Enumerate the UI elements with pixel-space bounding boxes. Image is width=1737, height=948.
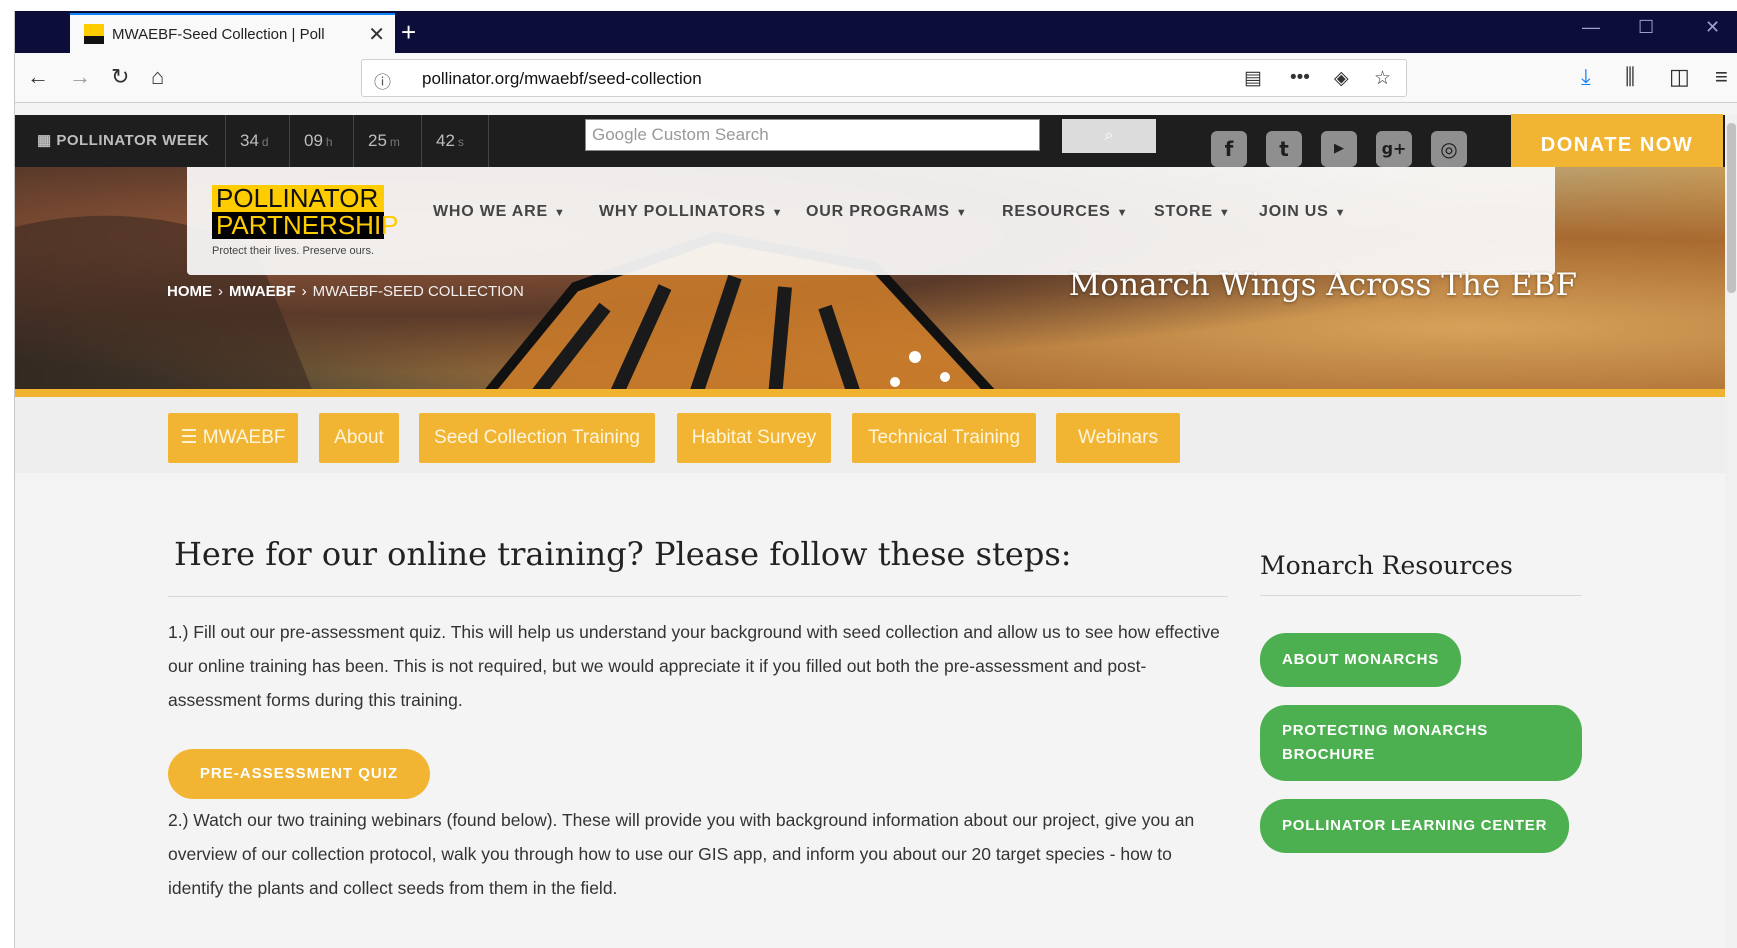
about-monarchs-button[interactable]: ABOUT MONARCHS xyxy=(1260,633,1462,687)
subnav-technical-training[interactable]: Technical Training xyxy=(852,413,1036,463)
chevron-down-icon: ▼ xyxy=(1334,207,1347,219)
subnav-mwaebf-menu[interactable]: ☰ MWAEBF xyxy=(168,413,298,463)
subnav-about[interactable]: About xyxy=(319,413,399,463)
subnav-habitat-survey[interactable]: Habitat Survey xyxy=(677,413,831,463)
page-scrollbar[interactable] xyxy=(1725,115,1737,948)
scrollbar-thumb[interactable] xyxy=(1727,123,1736,293)
logo-line-1: POLLINATOR xyxy=(212,185,384,212)
url-text[interactable]: pollinator.org/mwaebf/seed-collection xyxy=(422,69,702,89)
main-menu-card: POLLINATOR PARTNERSHIP Protect their liv… xyxy=(187,167,1555,275)
chevron-down-icon: ▼ xyxy=(771,207,784,219)
breadcrumb: HOME › MWAEBF › MWAEBF-SEED COLLECTION xyxy=(167,283,524,300)
search-button[interactable]: ⌕ xyxy=(1062,119,1156,153)
library-icon[interactable]: ⫼ xyxy=(1625,63,1635,91)
pollinator-week-label[interactable]: ▦ POLLINATOR WEEK xyxy=(37,131,209,149)
page-actions-icon[interactable]: ••• xyxy=(1290,67,1310,89)
reader-view-icon[interactable]: ▤ xyxy=(1244,67,1262,90)
youtube-icon[interactable]: ▶ xyxy=(1321,131,1357,167)
protecting-monarchs-brochure-button[interactable]: PROTECTING MONARCHS BROCHURE xyxy=(1260,705,1582,781)
reload-icon[interactable]: ↻ xyxy=(111,63,129,91)
back-arrow-icon[interactable]: ← xyxy=(27,63,49,91)
bookmark-star-icon[interactable]: ☆ xyxy=(1374,67,1391,90)
breadcrumb-separator: › xyxy=(301,283,307,300)
chevron-down-icon: ▼ xyxy=(955,207,968,219)
browser-window: MWAEBF-Seed Collection | Poll ✕ + — ☐ ✕ … xyxy=(14,11,1737,948)
subnav-seed-collection-training[interactable]: Seed Collection Training xyxy=(419,413,655,463)
breadcrumb-parent[interactable]: MWAEBF xyxy=(229,283,296,300)
menu-our-programs[interactable]: OUR PROGRAMS ▼ xyxy=(806,203,968,221)
breadcrumb-separator: › xyxy=(218,283,223,300)
chevron-down-icon: ▼ xyxy=(1116,207,1129,219)
main-content: Here for our online training? Please fol… xyxy=(15,473,1725,948)
subnav-webinars[interactable]: Webinars xyxy=(1056,413,1180,463)
browser-tab[interactable]: MWAEBF-Seed Collection | Poll ✕ xyxy=(70,13,395,53)
menu-why-pollinators[interactable]: WHY POLLINATORS ▼ xyxy=(599,203,783,221)
section-subnav: ☰ MWAEBF About Seed Collection Training … xyxy=(15,397,1725,473)
close-tab-icon[interactable]: ✕ xyxy=(368,22,385,47)
new-tab-button[interactable]: + xyxy=(401,15,416,49)
maximize-button[interactable]: ☐ xyxy=(1638,17,1654,38)
logo-line-2: PARTNERSHIP xyxy=(212,212,399,239)
site-favicon-icon xyxy=(84,24,104,44)
sidebar-divider xyxy=(1260,595,1582,596)
google-search-input[interactable]: Google Custom Search xyxy=(585,119,1040,151)
countdown-seconds: 42 s xyxy=(421,115,489,167)
step-1-text: 1.) Fill out our pre-assessment quiz. Th… xyxy=(168,622,1220,710)
menu-store[interactable]: STORE ▼ xyxy=(1154,203,1231,221)
step-2-text: 2.) Watch our two training webinars (fou… xyxy=(168,810,1195,898)
menu-join-us[interactable]: JOIN US ▼ xyxy=(1259,203,1346,221)
week-label-text: POLLINATOR WEEK xyxy=(56,132,210,149)
title-divider xyxy=(168,596,1228,597)
search-icon: ⌕ xyxy=(1104,127,1114,144)
site-info-icon[interactable]: ⓘ xyxy=(374,68,391,93)
countdown-hours: 09 h xyxy=(289,115,353,167)
countdown-days: 34 d xyxy=(225,115,289,167)
instagram-icon[interactable]: ◎ xyxy=(1431,131,1467,167)
tab-bar: MWAEBF-Seed Collection | Poll ✕ + — ☐ ✕ xyxy=(15,11,1737,53)
page-title: Here for our online training? Please fol… xyxy=(174,535,1072,573)
tab-title: MWAEBF-Seed Collection | Poll xyxy=(112,25,325,43)
chevron-down-icon: ▼ xyxy=(553,207,566,219)
close-window-button[interactable]: ✕ xyxy=(1705,17,1720,38)
pollinator-learning-center-button[interactable]: POLLINATOR LEARNING CENTER xyxy=(1260,799,1570,853)
minimize-button[interactable]: — xyxy=(1582,17,1600,38)
chevron-down-icon: ▼ xyxy=(1218,207,1231,219)
countdown-minutes: 25 m xyxy=(353,115,421,167)
pre-assessment-quiz-button[interactable]: PRE-ASSESSMENT QUIZ xyxy=(168,749,430,799)
menu-who-we-are[interactable]: WHO WE ARE ▼ xyxy=(433,203,566,221)
breadcrumb-home[interactable]: HOME xyxy=(167,283,212,300)
hero-banner: POLLINATOR PARTNERSHIP Protect their liv… xyxy=(15,167,1725,397)
pollinator-partnership-logo[interactable]: POLLINATOR PARTNERSHIP Protect their liv… xyxy=(212,185,399,257)
home-icon[interactable]: ⌂ xyxy=(151,63,164,91)
calendar-icon: ▦ xyxy=(37,132,57,149)
pocket-icon[interactable]: ◈ xyxy=(1334,67,1349,90)
hero-divider xyxy=(15,389,1725,397)
address-bar[interactable]: ⓘ pollinator.org/mwaebf/seed-collection … xyxy=(361,59,1407,97)
menu-resources[interactable]: RESOURCES ▼ xyxy=(1002,203,1128,221)
hero-title: Monarch Wings Across The EBF xyxy=(1068,267,1577,303)
logo-tagline: Protect their lives. Preserve ours. xyxy=(212,245,375,257)
forward-arrow-icon[interactable]: → xyxy=(69,63,91,91)
sidebar-toggle-icon[interactable]: ◫ xyxy=(1669,63,1690,91)
google-plus-icon[interactable]: g+ xyxy=(1376,131,1412,167)
menu-hamburger-icon[interactable]: ≡ xyxy=(1715,63,1728,91)
facebook-icon[interactable]: f xyxy=(1211,131,1247,167)
breadcrumb-current: MWAEBF-SEED COLLECTION xyxy=(312,283,524,300)
navigation-toolbar: ← → ↻ ⌂ ⓘ pollinator.org/mwaebf/seed-col… xyxy=(15,53,1737,103)
twitter-icon[interactable]: t xyxy=(1266,131,1302,167)
downloads-icon[interactable]: ⤓ xyxy=(1581,63,1591,91)
sidebar-title: Monarch Resources xyxy=(1260,551,1513,580)
